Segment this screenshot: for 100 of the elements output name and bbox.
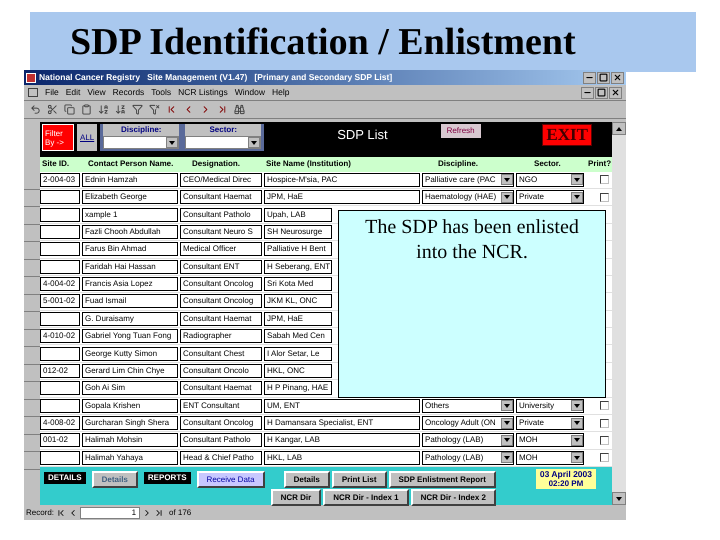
dropdown-button[interactable] xyxy=(501,452,513,464)
filter-combo[interactable] xyxy=(103,136,180,149)
contact-name-cell[interactable]: G. Duraisamy xyxy=(82,312,178,326)
site-id-cell[interactable]: 4-008-02 xyxy=(40,416,80,430)
site-id-cell[interactable] xyxy=(40,190,80,204)
details-button[interactable]: Details xyxy=(92,471,138,488)
designation-cell[interactable]: ENT Consultant xyxy=(180,398,262,413)
site-id-cell[interactable] xyxy=(40,346,80,361)
site-id-cell[interactable] xyxy=(40,242,80,256)
site-id-cell[interactable] xyxy=(40,260,80,274)
print-checkbox[interactable] xyxy=(600,453,609,462)
dropdown-button[interactable] xyxy=(501,418,513,429)
menu-item[interactable]: Help xyxy=(272,86,290,99)
contact-name-cell[interactable]: xample 1 xyxy=(82,208,178,222)
menu-item[interactable]: File xyxy=(45,86,59,99)
print-checkbox[interactable] xyxy=(600,401,609,410)
site-id-cell[interactable]: 4-004-02 xyxy=(40,277,80,292)
dropdown-button[interactable] xyxy=(571,400,583,412)
designation-cell[interactable]: Radiographer xyxy=(180,329,262,344)
directory-button[interactable]: NCR Dir - Index 1 xyxy=(323,489,409,506)
designation-cell[interactable]: Consultant Chest xyxy=(180,346,262,361)
menu-item[interactable]: Records xyxy=(112,86,144,99)
binoculars-icon[interactable] xyxy=(234,104,245,115)
menu-item[interactable]: Tools xyxy=(151,86,172,99)
filter-icon[interactable] xyxy=(132,104,143,115)
dropdown-button[interactable] xyxy=(571,174,583,186)
site-id-cell[interactable] xyxy=(40,224,80,239)
contact-name-cell[interactable]: Elizabeth George xyxy=(82,190,178,204)
discipline-combo[interactable]: Oncology Adult (ON xyxy=(422,416,514,430)
menu-item[interactable]: Window xyxy=(234,86,265,99)
designation-cell[interactable]: Consultant Patholo xyxy=(180,433,262,448)
site-id-cell[interactable] xyxy=(40,398,80,413)
close-button[interactable] xyxy=(611,72,624,84)
site-id-cell[interactable] xyxy=(40,312,80,326)
contact-name-cell[interactable]: Goh Ai Sim xyxy=(82,381,178,396)
contact-name-cell[interactable]: Ednin Hamzah xyxy=(82,172,178,187)
site-name-cell[interactable]: JPM, HaE xyxy=(264,190,420,204)
site-name-cell[interactable]: I Alor Setar, Le xyxy=(264,346,332,361)
site-name-cell[interactable]: Sabah Med Cen xyxy=(264,329,332,344)
site-id-cell[interactable]: 4-010-02 xyxy=(40,329,80,344)
print-checkbox[interactable] xyxy=(600,436,609,445)
dropdown-button[interactable] xyxy=(248,137,260,148)
record-number-field[interactable]: 1 xyxy=(80,506,140,518)
refresh-button[interactable]: Refresh xyxy=(440,124,481,138)
contact-name-cell[interactable]: George Kutty Simon xyxy=(82,346,178,361)
menu-item[interactable]: Edit xyxy=(66,86,80,99)
designation-cell[interactable]: Consultant ENT xyxy=(180,260,262,274)
designation-cell[interactable]: Consultant Neuro S xyxy=(180,224,262,239)
directory-button[interactable]: NCR Dir - Index 2 xyxy=(410,489,496,506)
site-name-cell[interactable]: HKL, LAB xyxy=(264,450,420,465)
contact-name-cell[interactable]: Farus Bin Ahmad xyxy=(82,242,178,256)
site-name-cell[interactable]: H Kangar, LAB xyxy=(264,433,420,448)
site-name-cell[interactable]: H P Pinang, HAE xyxy=(264,381,332,396)
dropdown-button[interactable] xyxy=(571,418,583,429)
contact-name-cell[interactable]: Gerard Lim Chin Chye xyxy=(82,364,178,378)
dropdown-button[interactable] xyxy=(501,434,513,446)
print-checkbox[interactable] xyxy=(600,418,609,428)
dropdown-button[interactable] xyxy=(501,192,513,203)
contact-name-cell[interactable]: Gurcharan Singh Shera xyxy=(82,416,178,430)
all-button[interactable]: ALL xyxy=(77,124,98,151)
contact-name-cell[interactable]: Gabriel Yong Tuan Fong xyxy=(82,329,178,344)
receive-data-button[interactable]: Receive Data xyxy=(196,471,265,488)
designation-cell[interactable]: Medical Officer xyxy=(180,242,262,256)
site-id-cell[interactable] xyxy=(40,381,80,396)
discipline-combo[interactable]: Pathology (LAB) xyxy=(422,433,514,448)
directory-button[interactable]: NCR Dir xyxy=(270,489,322,506)
minimize-button[interactable] xyxy=(583,72,596,84)
site-id-cell[interactable]: 2-004-03 xyxy=(40,172,80,187)
first-record-icon[interactable] xyxy=(166,104,177,115)
dropdown-button[interactable] xyxy=(501,174,513,186)
dropdown-button[interactable] xyxy=(571,434,583,446)
report-button[interactable]: SDP Enlistment Report xyxy=(388,471,496,488)
last-record-icon[interactable] xyxy=(154,508,164,518)
sector-combo[interactable]: MOH xyxy=(516,433,584,448)
filter-combo[interactable] xyxy=(185,136,262,149)
site-id-cell[interactable] xyxy=(40,208,80,222)
designation-cell[interactable]: Consultant Oncolo xyxy=(180,364,262,378)
site-id-cell[interactable] xyxy=(40,450,80,465)
site-name-cell[interactable]: Sri Kota Med xyxy=(264,277,332,292)
scroll-up-button[interactable] xyxy=(612,122,626,135)
dropdown-button[interactable] xyxy=(501,400,513,412)
discipline-combo[interactable]: Others xyxy=(422,398,514,413)
report-button[interactable]: Print List xyxy=(332,471,387,488)
designation-cell[interactable]: Consultant Haemat xyxy=(180,190,262,204)
dropdown-button[interactable] xyxy=(166,137,178,148)
copy-icon[interactable] xyxy=(64,104,75,115)
sort-descending-icon[interactable] xyxy=(115,104,126,115)
sector-combo[interactable]: University xyxy=(516,398,584,413)
sector-combo[interactable]: Private xyxy=(516,416,584,430)
exit-button[interactable]: EXIT xyxy=(542,124,592,146)
site-name-cell[interactable]: Upah, LAB xyxy=(264,208,332,222)
restore-button[interactable] xyxy=(595,86,608,98)
close-button[interactable] xyxy=(609,86,622,98)
designation-cell[interactable]: Consultant Oncolog xyxy=(180,416,262,430)
site-name-cell[interactable]: Palliative H Bent xyxy=(264,242,332,256)
site-id-cell[interactable]: 5-001-02 xyxy=(40,294,80,308)
sector-combo[interactable]: Private xyxy=(516,190,584,204)
filter-remove-icon[interactable] xyxy=(149,104,160,115)
contact-name-cell[interactable]: Halimah Yahaya xyxy=(82,450,178,465)
scroll-down-button[interactable] xyxy=(612,492,626,505)
